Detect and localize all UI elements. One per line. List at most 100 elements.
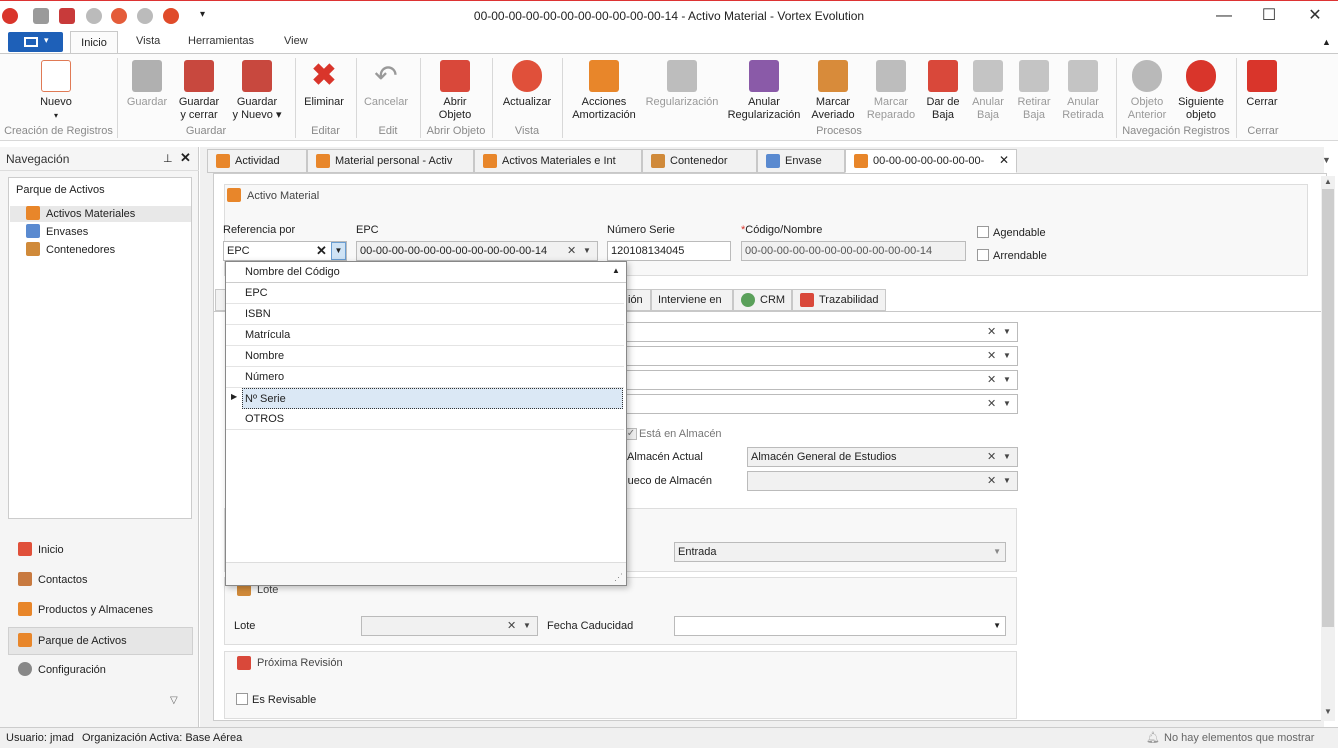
clear-icon[interactable]: ✕ bbox=[987, 472, 996, 490]
entrada-combo[interactable]: Entrada ▼ bbox=[674, 542, 1006, 562]
tree-item-envases[interactable]: Envases bbox=[26, 224, 88, 240]
clear-icon[interactable]: ✕ bbox=[987, 395, 996, 413]
nav-link-contactos[interactable]: Contactos bbox=[18, 568, 88, 592]
lote-combo[interactable]: ✕ ▼ bbox=[361, 616, 538, 636]
chevron-down-icon[interactable]: ▼ bbox=[583, 242, 591, 260]
close-window-icon[interactable]: ✕ bbox=[1305, 7, 1325, 25]
objeto-anterior-button[interactable]: Objeto Anterior bbox=[1122, 60, 1172, 122]
nav-link-configuracion[interactable]: Configuración bbox=[18, 658, 106, 682]
vertical-scrollbar[interactable]: ▲ ▼ bbox=[1321, 176, 1335, 721]
pin-icon[interactable]: ⊥ bbox=[163, 152, 173, 165]
ribbon-collapse-icon[interactable]: ▲ bbox=[1322, 37, 1331, 47]
subtab-crm[interactable]: CRM bbox=[733, 289, 792, 311]
chevron-down-icon[interactable]: ▼ bbox=[1003, 472, 1011, 490]
cancelar-button[interactable]: ↶ Cancelar bbox=[362, 60, 410, 109]
tab-activos-materiales[interactable]: Activos Materiales e Int bbox=[474, 149, 642, 173]
referencia-combo[interactable]: EPC ✕ ▼ bbox=[223, 241, 347, 261]
chevron-down-icon[interactable]: ▼ bbox=[1003, 347, 1011, 365]
tabs-menu-icon[interactable]: ▼ bbox=[1322, 155, 1331, 165]
chevron-down-icon[interactable]: ▼ bbox=[1003, 371, 1011, 389]
chevron-down-icon[interactable]: ▼ bbox=[993, 543, 1001, 561]
clear-icon[interactable]: ✕ bbox=[987, 371, 996, 389]
tree-item-activos-materiales[interactable]: Activos Materiales bbox=[26, 206, 135, 222]
hueco-almacen-combo[interactable]: ✕ ▼ bbox=[747, 471, 1018, 491]
file-menu-button[interactable]: ▾ bbox=[8, 32, 63, 52]
dropdown-option[interactable]: Número bbox=[226, 367, 624, 388]
tab-actividad[interactable]: Actividad bbox=[207, 149, 307, 173]
marcar-averiado-button[interactable]: Marcar Averiado bbox=[808, 60, 858, 122]
cerrar-button[interactable]: Cerrar bbox=[1240, 60, 1284, 109]
tab-envase[interactable]: Envase bbox=[757, 149, 845, 173]
marcar-reparado-button[interactable]: Marcar Reparado bbox=[864, 60, 918, 122]
close-pane-icon[interactable]: ✕ bbox=[180, 150, 191, 166]
calendar-dropdown-icon[interactable]: ▼ bbox=[993, 617, 1001, 635]
clear-icon[interactable]: ✕ bbox=[987, 323, 996, 341]
codigo-field[interactable]: 00-00-00-00-00-00-00-00-00-00-00-14 bbox=[741, 241, 966, 261]
clear-icon[interactable]: ✕ bbox=[316, 242, 327, 260]
detail-combo-4[interactable]: ✕ ▼ bbox=[620, 394, 1018, 414]
epc-field[interactable]: 00-00-00-00-00-00-00-00-00-00-00-14 ✕ ▼ bbox=[356, 241, 598, 261]
acciones-amortizacion-button[interactable]: Acciones Amortización bbox=[570, 60, 638, 122]
detail-combo-1[interactable]: ✕ ▼ bbox=[620, 322, 1018, 342]
agendable-checkbox[interactable] bbox=[977, 226, 989, 238]
dar-de-baja-button[interactable]: Dar de Baja bbox=[922, 60, 964, 122]
clear-icon[interactable]: ✕ bbox=[987, 448, 996, 466]
actualizar-button[interactable]: Actualizar bbox=[500, 60, 554, 109]
dropdown-option[interactable]: ISBN bbox=[226, 304, 624, 325]
subtab-trazabilidad[interactable]: Trazabilidad bbox=[792, 289, 886, 311]
dropdown-option[interactable]: EPC bbox=[226, 283, 624, 304]
tab-contenedor[interactable]: Contenedor bbox=[642, 149, 757, 173]
scroll-down-icon[interactable]: ▼ bbox=[1324, 707, 1332, 716]
fecha-caducidad-picker[interactable]: ▼ bbox=[674, 616, 1006, 636]
tab-material-personal[interactable]: Material personal - Activ bbox=[307, 149, 474, 173]
dropdown-option[interactable]: Matrícula bbox=[226, 325, 624, 346]
chevron-down-icon[interactable]: ▼ bbox=[1003, 395, 1011, 413]
nuevo-button[interactable]: Nuevo ▾ bbox=[30, 60, 82, 122]
dropdown-option-selected[interactable]: Nº Serie bbox=[242, 388, 623, 409]
anular-regularizacion-button[interactable]: Anular Regularización bbox=[726, 60, 802, 122]
scroll-up-icon[interactable]: ▲ bbox=[1324, 177, 1332, 186]
arrendable-checkbox[interactable] bbox=[977, 249, 989, 261]
dropdown-option[interactable]: OTROS bbox=[226, 409, 624, 430]
maximize-icon[interactable]: ☐ bbox=[1259, 7, 1279, 25]
almacen-actual-combo[interactable]: Almacén General de Estudios ✕ ▼ bbox=[747, 447, 1018, 467]
minimize-icon[interactable]: — bbox=[1214, 7, 1234, 25]
tab-current-asset[interactable]: 00-00-00-00-00-00-00- bbox=[845, 149, 1017, 173]
dropdown-header[interactable]: Nombre del Código ▲ bbox=[226, 262, 626, 283]
subtab-interviene-en[interactable]: Interviene en bbox=[651, 289, 733, 311]
resize-grip-icon[interactable]: ⋰ bbox=[614, 572, 623, 583]
nav-expand-icon[interactable]: ▽ bbox=[170, 695, 178, 706]
nav-link-productos[interactable]: Productos y Almacenes bbox=[18, 598, 153, 622]
regularizacion-button[interactable]: Regularización bbox=[644, 60, 720, 109]
guardar-button[interactable]: Guardar bbox=[124, 60, 170, 109]
eliminar-button[interactable]: ✖ Eliminar bbox=[300, 60, 348, 109]
close-tab-icon[interactable]: ✕ bbox=[999, 153, 1009, 167]
detail-combo-2[interactable]: ✕ ▼ bbox=[620, 346, 1018, 366]
chevron-down-icon[interactable]: ▼ bbox=[331, 242, 346, 260]
siguiente-objeto-button[interactable]: Siguiente objeto bbox=[1174, 60, 1228, 122]
nav-link-parque-activos[interactable]: Parque de Activos bbox=[18, 629, 127, 653]
abrir-objeto-button[interactable]: Abrir Objeto bbox=[430, 60, 480, 122]
clear-icon[interactable]: ✕ bbox=[567, 242, 576, 260]
chevron-down-icon[interactable]: ▼ bbox=[1003, 448, 1011, 466]
tab-herramientas[interactable]: Herramientas bbox=[188, 35, 254, 47]
retirar-baja-button[interactable]: Retirar Baja bbox=[1012, 60, 1056, 122]
clear-icon[interactable]: ✕ bbox=[507, 617, 516, 635]
nav-link-inicio[interactable]: Inicio bbox=[18, 538, 64, 562]
detail-combo-3[interactable]: ✕ ▼ bbox=[620, 370, 1018, 390]
clear-icon[interactable]: ✕ bbox=[987, 347, 996, 365]
guardar-cerrar-button[interactable]: Guardar y cerrar bbox=[174, 60, 224, 122]
tab-inicio[interactable]: Inicio bbox=[70, 31, 118, 54]
tab-view[interactable]: View bbox=[284, 35, 308, 47]
tab-vista[interactable]: Vista bbox=[136, 35, 160, 47]
chevron-down-icon[interactable]: ▼ bbox=[523, 617, 531, 635]
numero-serie-field[interactable]: 120108134045 bbox=[607, 241, 731, 261]
chevron-down-icon[interactable]: ▼ bbox=[1003, 323, 1011, 341]
scroll-thumb[interactable] bbox=[1322, 189, 1334, 627]
anular-retirada-button[interactable]: Anular Retirada bbox=[1058, 60, 1108, 122]
es-revisable-checkbox[interactable] bbox=[236, 693, 248, 705]
guardar-nuevo-button[interactable]: Guardar y Nuevo ▾ bbox=[228, 60, 286, 122]
dropdown-option[interactable]: Nombre bbox=[226, 346, 624, 367]
bell-icon[interactable]: 🔔︎ bbox=[1146, 728, 1160, 748]
anular-baja-button[interactable]: Anular Baja bbox=[966, 60, 1010, 122]
